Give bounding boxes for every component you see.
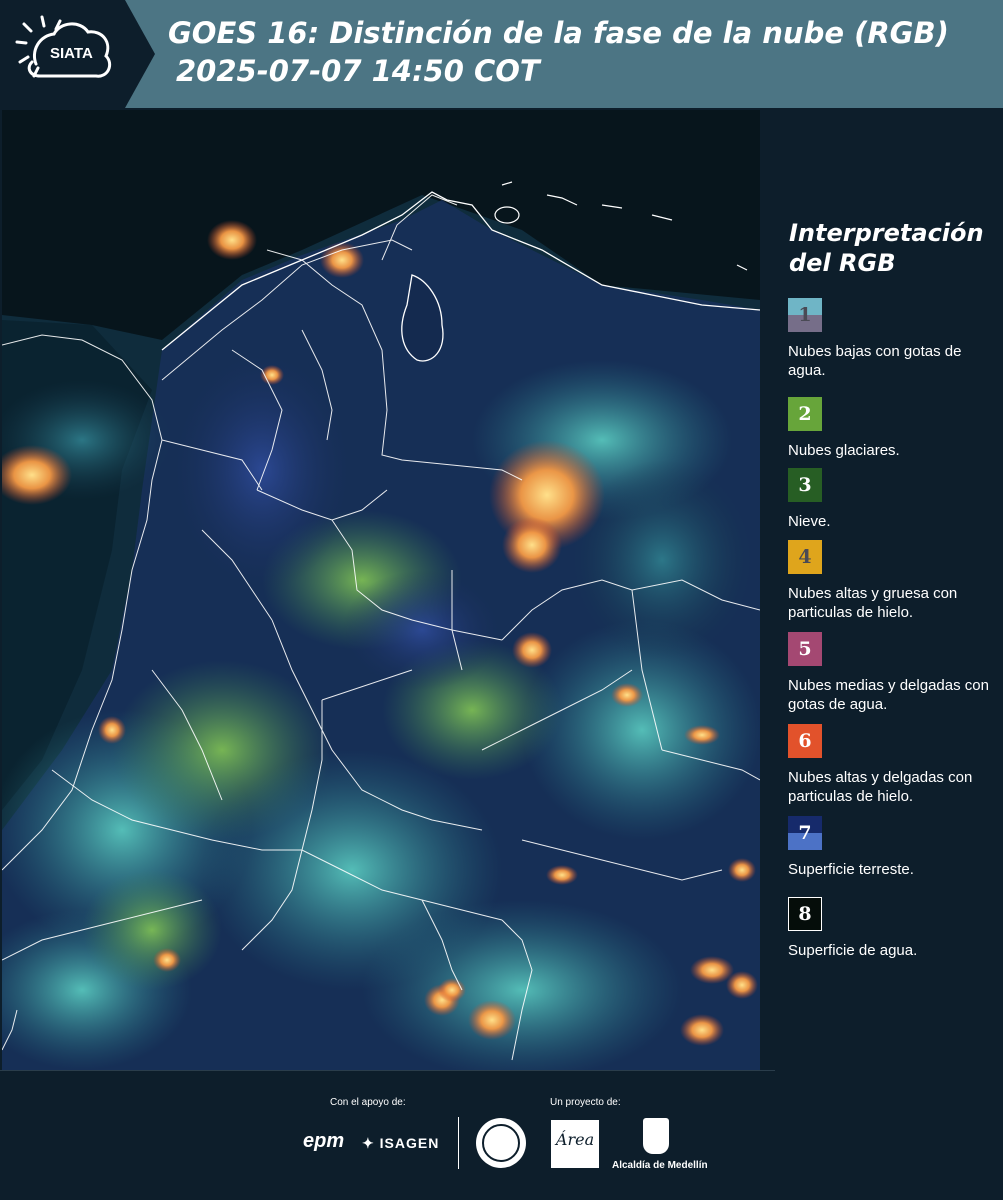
footer-separator (458, 1117, 459, 1169)
legend-swatch: 6 (788, 724, 822, 758)
area-metropolitana-logo: Área (551, 1120, 599, 1168)
legend-item-label: Nubes bajas con gotas de agua. (788, 343, 962, 379)
isagen-star-icon: ✦ (362, 1135, 375, 1151)
legend-title-line2: del RGB (789, 249, 896, 277)
legend-item-label: Nieve. (788, 513, 831, 530)
logo-arrow-shape (125, 0, 155, 108)
satellite-rgb-map (2, 110, 760, 1070)
legend-swatch-number: 1 (798, 304, 812, 326)
legend-swatch-number: 8 (798, 903, 812, 925)
legend-swatch-number: 2 (798, 403, 812, 425)
satellite-image (2, 110, 760, 1070)
legend-swatch: 7 (788, 816, 822, 850)
legend-item-label: Nubes medias y delgadas con gotas de agu… (788, 677, 989, 713)
legend-swatch: 8 (788, 897, 822, 931)
isagen-label: ISAGEN (379, 1135, 440, 1151)
alcaldia-label: Alcaldía de Medellín (612, 1160, 708, 1171)
isagen-logo: ✦ ISAGEN (362, 1135, 439, 1152)
siata-logo: SIATA (0, 0, 125, 108)
legend-swatch: 1 (788, 298, 822, 332)
legend-title: Interpretación del RGB (789, 218, 989, 278)
legend-item-label: Nubes altas y delgadas con particulas de… (788, 769, 973, 805)
legend-swatch-number: 4 (798, 546, 812, 568)
support-label: Con el apoyo de: (330, 1097, 406, 1108)
legend-item-label: Superficie de agua. (788, 942, 918, 959)
legend-item: 3 Nieve. (788, 468, 998, 531)
metropolitan-seal-logo (476, 1118, 526, 1168)
legend-swatch: 4 (788, 540, 822, 574)
legend-item-label: Nubes altas y gruesa con particulas de h… (788, 585, 958, 621)
legend-item: 5 Nubes medias y delgadas con gotas de ag… (788, 632, 998, 714)
legend-item: 1 Nubes bajas con gotas de agua. (788, 298, 998, 380)
seal-emblem-icon (482, 1124, 520, 1162)
legend-swatch-number: 7 (798, 822, 812, 844)
legend-item: 6 Nubes altas y delgadas con particulas d… (788, 724, 998, 806)
legend-item-label: Superficie terreste. (788, 861, 914, 878)
legend-item-label: Nubes glaciares. (788, 442, 900, 459)
legend-swatch: 5 (788, 632, 822, 666)
logo-text: SIATA (50, 45, 93, 62)
legend-item: 7 Superficie terreste. (788, 816, 998, 879)
legend-swatch-number: 6 (798, 730, 812, 752)
legend-item: 2 Nubes glaciares. (788, 397, 998, 460)
legend-swatch: 2 (788, 397, 822, 431)
footer-divider (0, 1070, 775, 1071)
legend-item: 4 Nubes altas y gruesa con particulas de … (788, 540, 998, 622)
legend-swatch-number: 3 (798, 474, 812, 496)
map-title: GOES 16: Distinción de la fase de la nub… (168, 16, 949, 50)
header-bar: SIATA GOES 16: Distinción de la fase de … (0, 0, 1003, 108)
legend-swatch: 3 (788, 468, 822, 502)
legend-swatch-number: 5 (798, 638, 812, 660)
epm-logo: epm (303, 1130, 345, 1152)
alcaldia-crest-icon (643, 1118, 669, 1154)
footer: Con el apoyo de: Un proyecto de: epm ✦ I… (0, 1070, 1003, 1200)
legend-title-line1: Interpretación (789, 219, 984, 247)
legend-item: 8 Superficie de agua. (788, 897, 998, 960)
map-timestamp: 2025-07-07 14:50 COT (176, 54, 540, 88)
project-label: Un proyecto de: (550, 1097, 621, 1108)
rgb-legend-panel: Interpretación del RGB 1 Nubes bajas con … (762, 110, 1003, 1070)
